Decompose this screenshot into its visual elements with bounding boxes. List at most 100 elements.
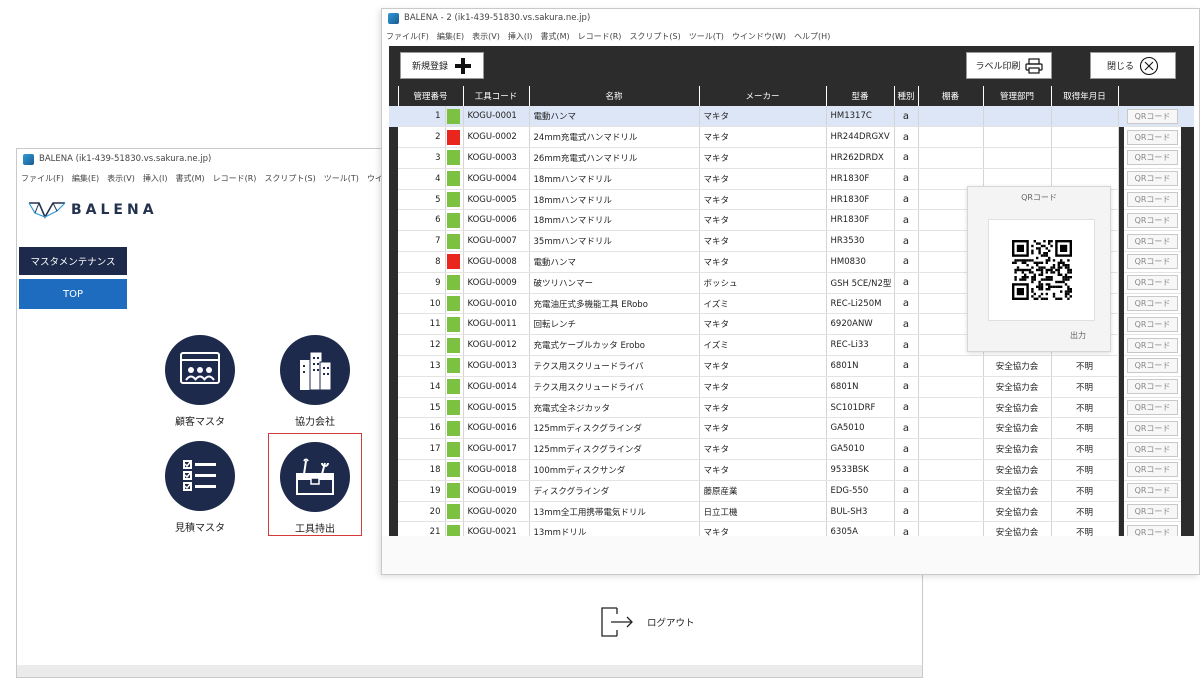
table-row[interactable]: 19 KOGU-0019 ディスクグラインダ 藤原産業 EDG-550 a 安全協力会 不明 Q… (389, 480, 1194, 502)
cell-status[interactable] (445, 355, 464, 377)
label-print-button[interactable]: ラベル印刷 (966, 52, 1052, 79)
tile-estimate-master[interactable]: 見積マスタ (153, 441, 247, 541)
menu-edit[interactable]: 編集(E) (72, 173, 99, 184)
cell-model[interactable]: GA5010 (826, 417, 895, 440)
qr-output-button[interactable]: 出力 (1070, 330, 1086, 341)
cell-no[interactable]: 16 (398, 417, 446, 440)
qr-code-button[interactable]: QRコード (1127, 108, 1178, 124)
cell-shelf[interactable] (918, 147, 984, 169)
cell-status[interactable] (445, 189, 464, 211)
table-row[interactable]: 20 KOGU-0020 13mm全工用携帯電気ドリル 日立工機 BUL-SH3 a 安全協… (389, 501, 1194, 523)
cell-type[interactable]: a (894, 230, 919, 253)
cell-name[interactable]: 100mmディスクサンダ (529, 459, 700, 481)
qr-code-button[interactable]: QRコード (1127, 192, 1178, 208)
cell-model[interactable]: REC-Li250M (826, 293, 895, 315)
logout-button[interactable]: ログアウト (599, 604, 695, 640)
qr-code-button[interactable]: QRコード (1127, 171, 1178, 187)
menu-edit[interactable]: 編集(E) (437, 31, 464, 42)
col-header-code[interactable]: 工具コード (462, 86, 530, 106)
menu-tools[interactable]: ツール(T) (689, 31, 724, 42)
cell-status[interactable] (445, 293, 464, 315)
cell-maker[interactable]: マキタ (699, 106, 827, 128)
cell-maker[interactable]: マキタ (699, 251, 827, 273)
cell-name[interactable]: 電動ハンマ (529, 106, 700, 128)
table-row[interactable]: 13 KOGU-0013 テクス用スクリュードライバ マキタ 6801N a 安全協力会 不明… (389, 355, 1194, 377)
menu-insert[interactable]: 挿入(I) (508, 31, 533, 42)
table-row[interactable]: 1 KOGU-0001 電動ハンマ マキタ HM1317C a QRコード (389, 106, 1194, 128)
cell-status[interactable] (445, 459, 464, 481)
cell-no[interactable]: 3 (398, 147, 446, 169)
menu-file[interactable]: ファイル(F) (386, 31, 429, 42)
cell-no[interactable]: 10 (398, 293, 446, 315)
cell-dept[interactable]: 安全協力会 (983, 376, 1052, 398)
cell-name[interactable]: 24mm充電式ハンマドリル (529, 126, 700, 149)
qr-code-button[interactable]: QRコード (1127, 316, 1178, 332)
cell-model[interactable]: EDG-550 (826, 480, 895, 502)
cell-name[interactable]: 破ツリハンマー (529, 272, 700, 294)
cell-maker[interactable]: マキタ (699, 521, 827, 536)
menu-tools[interactable]: ツール(T) (324, 173, 359, 184)
cell-model[interactable]: 6801N (826, 355, 895, 377)
menu-format[interactable]: 書式(M) (175, 173, 204, 184)
cell-model[interactable]: HR1830F (826, 189, 895, 211)
table-row[interactable]: 17 KOGU-0017 125mmディスクグラインダ マキタ GA5010 a 安全協力会… (389, 438, 1194, 461)
cell-type[interactable]: a (894, 480, 919, 502)
cell-type[interactable]: a (894, 126, 919, 149)
cell-name[interactable]: 充電式ケーブルカッタ Erobo (529, 334, 700, 357)
cell-dept[interactable] (983, 147, 1052, 169)
cell-type[interactable]: a (894, 334, 919, 357)
cell-name[interactable]: 18mmハンマドリル (529, 189, 700, 211)
cell-dept[interactable]: 安全協力会 (983, 355, 1052, 377)
cell-model[interactable]: GSH 5CE/N2型 (826, 272, 895, 294)
cell-model[interactable]: BUL-SH3 (826, 501, 895, 523)
cell-date[interactable]: 不明 (1051, 376, 1119, 398)
cell-code[interactable]: KOGU-0005 (463, 189, 530, 211)
cell-status[interactable] (445, 313, 464, 336)
cell-model[interactable]: REC-Li33 (826, 334, 895, 357)
cell-code[interactable]: KOGU-0018 (463, 459, 530, 481)
menu-file[interactable]: ファイル(F) (21, 173, 64, 184)
nav-top[interactable]: TOP (19, 279, 127, 309)
col-header-name[interactable]: 名称 (528, 86, 700, 106)
cell-shelf[interactable] (918, 397, 984, 419)
cell-date[interactable]: 不明 (1051, 417, 1119, 440)
cell-no[interactable]: 17 (398, 438, 446, 461)
cell-code[interactable]: KOGU-0020 (463, 501, 530, 523)
cell-code[interactable]: KOGU-0011 (463, 313, 530, 336)
cell-no[interactable]: 18 (398, 459, 446, 481)
cell-dept[interactable]: 安全協力会 (983, 438, 1052, 461)
cell-type[interactable]: a (894, 147, 919, 169)
cell-maker[interactable]: マキタ (699, 438, 827, 461)
cell-model[interactable]: 6920ANW (826, 313, 895, 336)
cell-status[interactable] (445, 209, 464, 232)
cell-code[interactable]: KOGU-0003 (463, 147, 530, 169)
menu-view[interactable]: 表示(V) (472, 31, 500, 42)
cell-maker[interactable]: マキタ (699, 189, 827, 211)
qr-code-button[interactable]: QRコード (1127, 400, 1178, 416)
col-header-type[interactable]: 種別 (893, 86, 919, 106)
cell-dept[interactable]: 安全協力会 (983, 480, 1052, 502)
col-header-model[interactable]: 型番 (825, 86, 895, 106)
cell-status[interactable] (445, 126, 464, 149)
table-row[interactable]: 16 KOGU-0016 125mmディスクグラインダ マキタ GA5010 a 安全協力会… (389, 417, 1194, 440)
cell-dept[interactable] (983, 126, 1052, 149)
cell-code[interactable]: KOGU-0019 (463, 480, 530, 502)
cell-type[interactable]: a (894, 106, 919, 128)
cell-no[interactable]: 9 (398, 272, 446, 294)
cell-name[interactable]: 回転レンチ (529, 313, 700, 336)
cell-model[interactable]: HR262DRDX (826, 147, 895, 169)
col-header-maker[interactable]: メーカー (698, 86, 827, 106)
cell-no[interactable]: 15 (398, 397, 446, 419)
cell-type[interactable]: a (894, 189, 919, 211)
cell-type[interactable]: a (894, 417, 919, 440)
cell-type[interactable]: a (894, 438, 919, 461)
cell-type[interactable]: a (894, 251, 919, 273)
cell-date[interactable]: 不明 (1051, 355, 1119, 377)
cell-shelf[interactable] (918, 417, 984, 440)
col-header-no[interactable]: 管理番号 (397, 86, 464, 106)
cell-type[interactable]: a (894, 376, 919, 398)
qr-code-button[interactable]: QRコード (1127, 462, 1178, 478)
cell-type[interactable]: a (894, 521, 919, 536)
cell-code[interactable]: KOGU-0010 (463, 293, 530, 315)
cell-model[interactable]: HM1317C (826, 106, 895, 128)
